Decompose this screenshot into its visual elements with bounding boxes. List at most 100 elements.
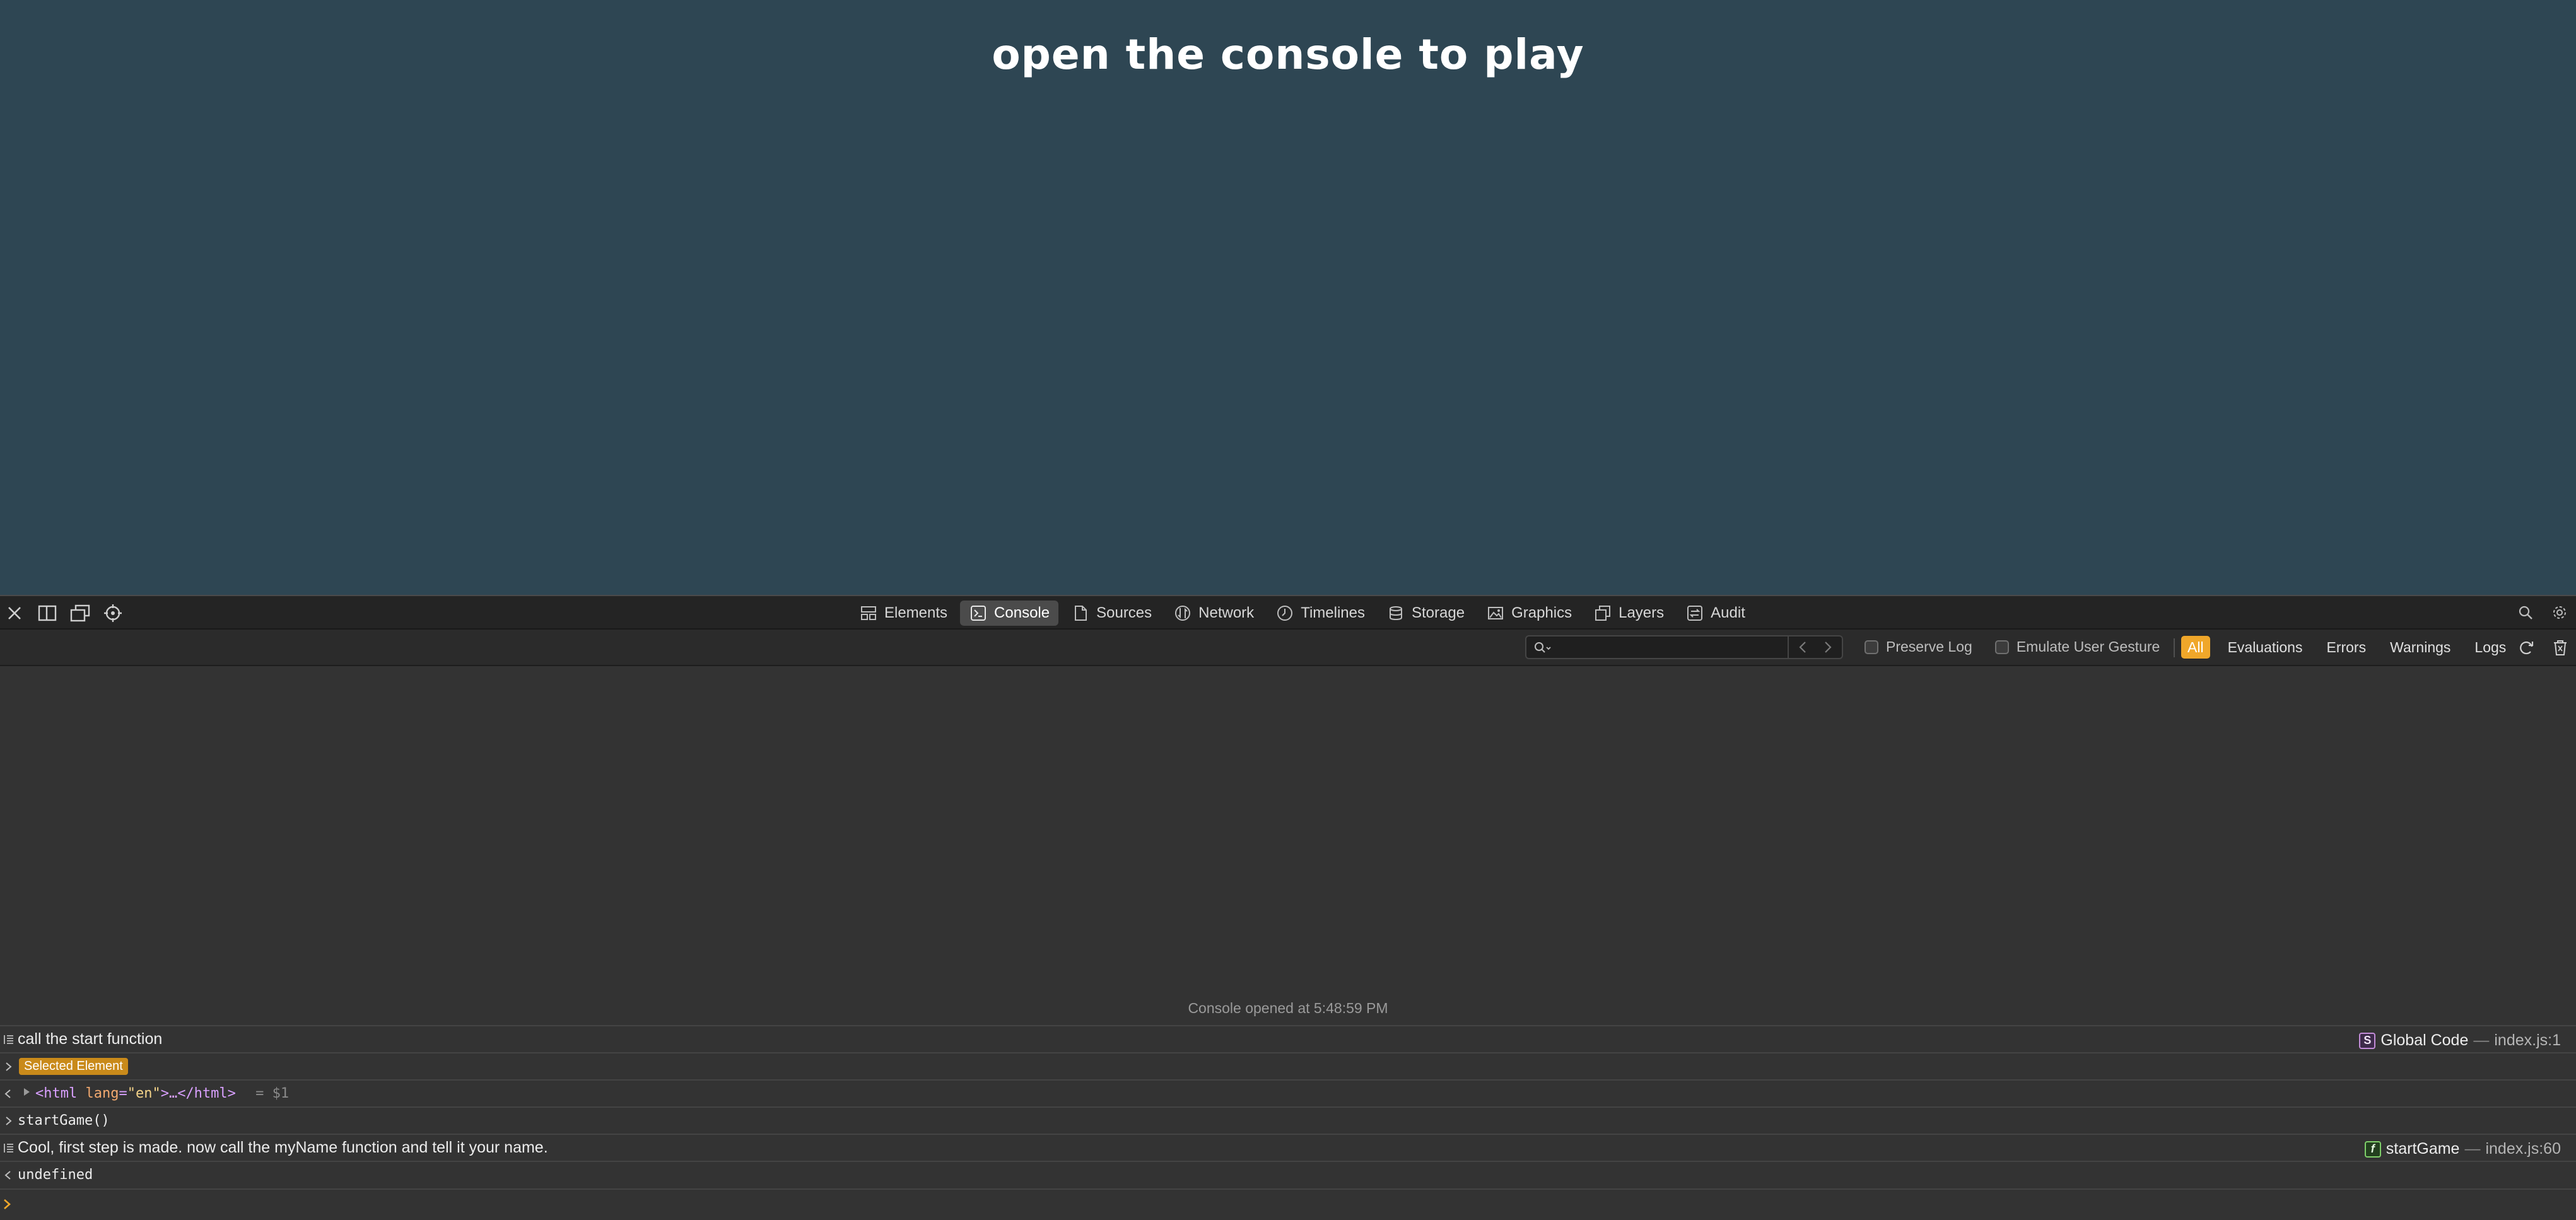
element-picker-icon[interactable]: [102, 602, 124, 624]
script-badge-icon: S: [2359, 1032, 2376, 1049]
console-log-row: call the start function S Global Code — …: [0, 1025, 2576, 1052]
console-result-row: <html lang="en">…</html> = $1: [0, 1079, 2576, 1106]
tab-label: Console: [994, 604, 1050, 621]
tab-label: Timelines: [1301, 604, 1365, 621]
page-title: open the console to play: [992, 30, 1584, 79]
console-filter-bar: Preserve Log Emulate User Gesture All Ev…: [0, 630, 2576, 666]
emulate-user-gesture-checkbox[interactable]: Emulate User Gesture: [1994, 638, 2160, 655]
log-message: Cool, first step is made. now call the m…: [18, 1139, 548, 1156]
tab-label: Sources: [1096, 604, 1152, 621]
storage-icon: [1386, 604, 1405, 623]
tab-label: Audit: [1711, 604, 1745, 621]
html-tag-rest: >…</html>: [160, 1086, 236, 1101]
log-icon: [0, 1142, 18, 1154]
tab-label: Storage: [1412, 604, 1465, 621]
filter-search-icon: [1533, 640, 1554, 659]
function-badge-icon: f: [2364, 1141, 2381, 1158]
log-level-filters: All Evaluations Errors Warnings Logs: [2181, 636, 2512, 659]
tab-label: Layers: [1619, 604, 1665, 621]
tab-graphics[interactable]: Graphics: [1477, 601, 1581, 626]
tab-sources[interactable]: Sources: [1062, 601, 1161, 626]
html-attr-eq: =: [119, 1086, 127, 1101]
divider: [1788, 636, 1789, 658]
close-icon[interactable]: [4, 602, 25, 624]
next-match-icon[interactable]: [1815, 638, 1841, 657]
console-input[interactable]: [19, 1195, 1914, 1215]
checkbox-label: Emulate User Gesture: [2016, 638, 2160, 655]
inspector-tab-bar: Elements Console Sources Network Timelin…: [0, 595, 2576, 630]
undock-window-icon[interactable]: [69, 602, 91, 624]
dock-side-icon[interactable]: [37, 602, 58, 624]
tab-storage[interactable]: Storage: [1378, 601, 1473, 626]
tab-timelines[interactable]: Timelines: [1267, 601, 1374, 626]
gear-icon[interactable]: [2550, 602, 2570, 623]
tab-label: Network: [1198, 604, 1255, 621]
graphics-icon: [1486, 604, 1505, 623]
console-prompt: [0, 1188, 2576, 1220]
sources-icon: [1071, 604, 1090, 623]
result-value: undefined: [18, 1167, 93, 1183]
selected-element-badge: Selected Element: [19, 1058, 128, 1075]
divider: [2174, 638, 2175, 657]
html-node[interactable]: <html lang="en">…</html> = $1: [35, 1086, 289, 1101]
timelines-icon: [1275, 604, 1294, 623]
tab-layers[interactable]: Layers: [1584, 601, 1673, 626]
checkbox-box: [1865, 640, 1878, 654]
inspector-tabs: Elements Console Sources Network Timelin…: [850, 601, 1754, 626]
web-inspector: Elements Console Sources Network Timelin…: [0, 595, 2576, 1220]
reload-icon[interactable]: [2515, 637, 2537, 659]
level-logs-button[interactable]: Logs: [2468, 636, 2512, 659]
audit-icon: [1685, 604, 1704, 623]
level-errors-button[interactable]: Errors: [2320, 636, 2372, 659]
html-tag-open: <html: [35, 1086, 78, 1101]
tab-audit[interactable]: Audit: [1677, 601, 1754, 626]
level-evaluations-button[interactable]: Evaluations: [2222, 636, 2309, 659]
console-messages: Console opened at 5:48:59 PM call the st…: [0, 666, 2576, 1220]
tab-elements[interactable]: Elements: [850, 601, 956, 626]
html-attr-value: "en": [127, 1086, 161, 1101]
console-command-row: startGame(): [0, 1106, 2576, 1134]
result-arrow-icon: [0, 1170, 18, 1181]
tab-console[interactable]: Console: [960, 601, 1059, 626]
console-icon: [969, 604, 988, 623]
log-source-link[interactable]: S Global Code — index.js:1: [2359, 1031, 2561, 1050]
source-location: index.js:1: [2494, 1031, 2561, 1049]
node-reference: = $1: [255, 1086, 290, 1101]
filter-search-input[interactable]: [1563, 638, 1730, 657]
disclosure-triangle-icon[interactable]: [21, 1086, 32, 1101]
log-icon: [0, 1033, 18, 1046]
filter-search-box: [1525, 635, 1843, 659]
log-source-link[interactable]: f startGame — index.js:60: [2364, 1140, 2561, 1158]
web-page: open the console to play: [0, 0, 2576, 595]
search-icon[interactable]: [2515, 602, 2536, 623]
level-warnings-button[interactable]: Warnings: [2384, 636, 2457, 659]
html-attr-name: lang: [85, 1086, 119, 1101]
console-opened-message: Console opened at 5:48:59 PM: [1188, 1000, 1388, 1016]
tab-label: Graphics: [1511, 604, 1572, 621]
level-all-button[interactable]: All: [2181, 636, 2210, 659]
input-chevron-icon: [0, 1061, 18, 1072]
tab-network[interactable]: Network: [1164, 601, 1263, 626]
source-function: startGame: [2386, 1140, 2460, 1158]
network-icon: [1173, 604, 1192, 623]
input-chevron-icon: [0, 1115, 18, 1127]
checkbox-label: Preserve Log: [1886, 638, 1972, 655]
tab-label: Elements: [884, 604, 948, 621]
preserve-log-checkbox[interactable]: Preserve Log: [1865, 638, 1972, 655]
source-separator: —: [2473, 1031, 2490, 1049]
elements-icon: [859, 604, 878, 623]
checkbox-box: [1994, 640, 2009, 654]
command-text: startGame(): [18, 1113, 110, 1129]
prompt-chevron-icon: [3, 1197, 13, 1214]
console-selected-element-row: Selected Element: [0, 1052, 2576, 1079]
previous-match-icon[interactable]: [1790, 638, 1815, 657]
console-result-row: undefined: [0, 1161, 2576, 1188]
clear-console-icon[interactable]: [2550, 637, 2571, 659]
source-location: index.js:60: [2485, 1140, 2561, 1158]
source-function: Global Code: [2380, 1031, 2469, 1049]
result-arrow-icon: [0, 1088, 18, 1100]
layers-icon: [1593, 604, 1612, 623]
source-separator: —: [2464, 1140, 2481, 1158]
log-message: call the start function: [18, 1030, 163, 1048]
console-log-row: Cool, first step is made. now call the m…: [0, 1134, 2576, 1161]
